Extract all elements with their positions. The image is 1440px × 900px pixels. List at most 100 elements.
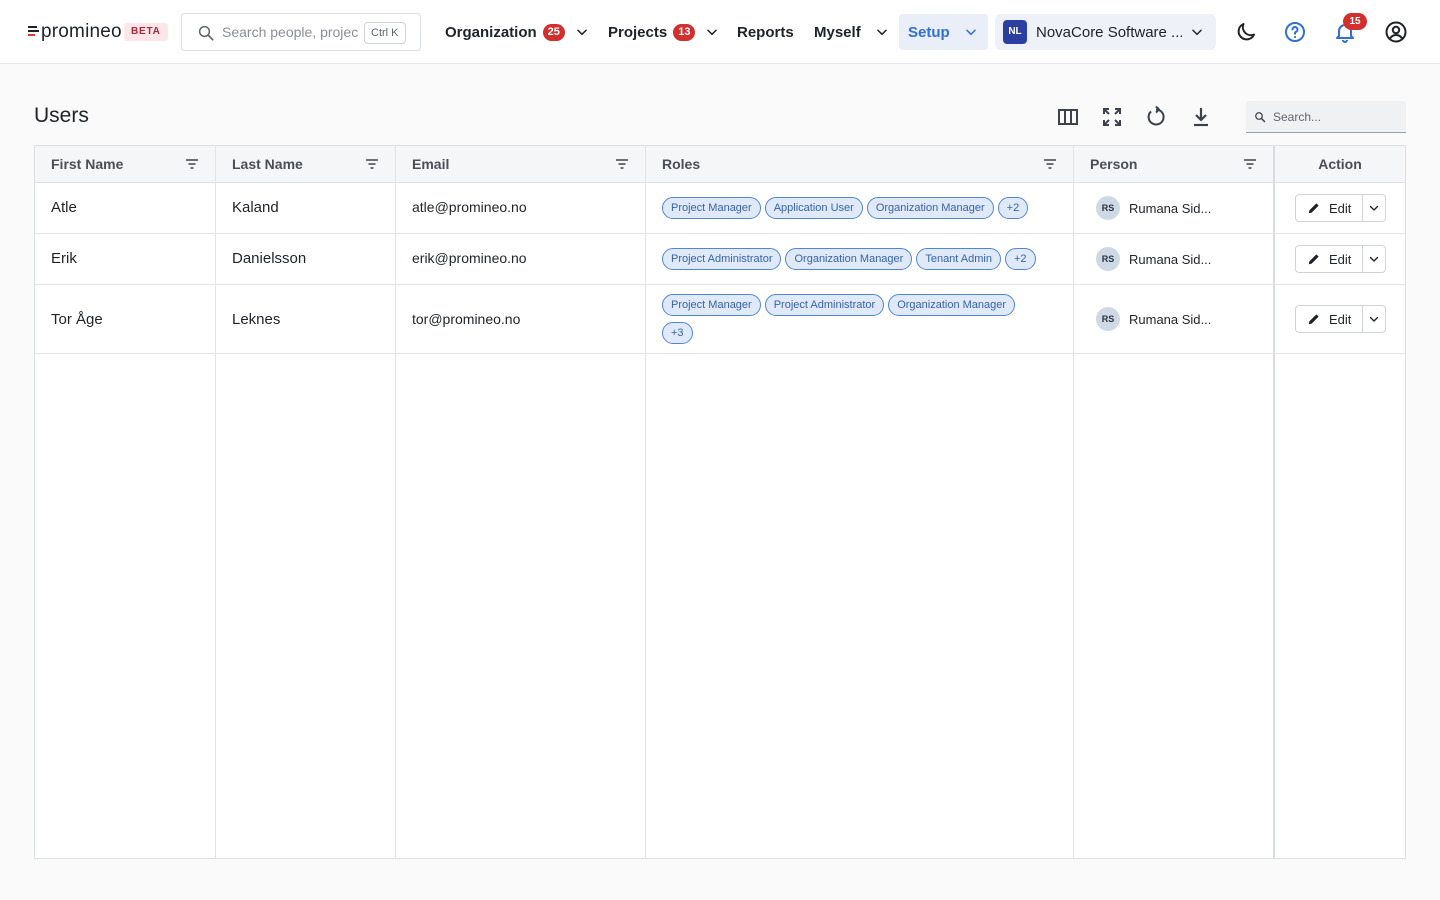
chevron-down-icon (707, 29, 718, 36)
email-cell: erik@promineo.no (412, 250, 527, 266)
edit-button-label: Edit (1329, 251, 1352, 267)
column-header-roles[interactable]: Roles (662, 146, 700, 182)
page-title: Users (34, 104, 89, 127)
person-name: Rumana Sid... (1129, 200, 1212, 216)
nav-setup-label: Setup (908, 23, 950, 41)
role-chip: Application User (764, 197, 863, 219)
person-avatar: RS (1096, 196, 1120, 220)
chevron-down-icon (1369, 316, 1379, 322)
organization-avatar: NL (1003, 20, 1027, 44)
filter-icon[interactable] (1243, 158, 1257, 170)
column-header-email[interactable]: Email (412, 146, 449, 182)
column-header-last-name[interactable]: Last Name (232, 146, 303, 182)
global-search[interactable]: Ctrl K (181, 13, 421, 51)
first-name-cell: Erik (51, 250, 77, 267)
promineo-logo[interactable]: promineo (28, 22, 122, 42)
person-name: Rumana Sid... (1129, 251, 1212, 267)
filter-icon[interactable] (185, 158, 199, 170)
table-header-row: First Name Last Name Email Roles Person … (35, 146, 1405, 183)
column-header-first-name[interactable]: First Name (51, 146, 123, 182)
person-name: Rumana Sid... (1129, 311, 1212, 327)
action-menu-toggle[interactable] (1363, 306, 1385, 332)
last-name-cell: Leknes (232, 311, 281, 328)
first-name-cell: Atle (51, 199, 77, 216)
edit-button[interactable]: Edit (1296, 306, 1363, 332)
logo-mark-icon (28, 24, 40, 40)
pencil-icon (1308, 203, 1319, 214)
filter-icon[interactable] (1043, 158, 1057, 170)
action-split-button: Edit (1295, 194, 1386, 222)
nav-setup[interactable]: Setup (899, 14, 988, 50)
organization-count-badge: 25 (542, 23, 565, 41)
chevron-down-icon (1369, 205, 1379, 211)
filter-icon[interactable] (615, 158, 629, 170)
roles-cell: Project Manager Application User Organiz… (662, 197, 1062, 219)
global-search-input[interactable] (222, 22, 358, 42)
more-roles-chip[interactable]: +2 (997, 197, 1029, 219)
role-chip: Organization Manager (866, 197, 994, 219)
role-chip: Project Manager (662, 197, 761, 219)
nav-organization[interactable]: Organization 25 (445, 13, 589, 51)
fullscreen-icon[interactable] (1100, 105, 1124, 129)
more-roles-chip[interactable]: +3 (662, 322, 693, 344)
notifications-count-badge: 15 (1343, 13, 1367, 30)
edit-button[interactable]: Edit (1296, 195, 1363, 221)
email-cell: atle@promineo.no (412, 199, 527, 215)
role-chip: Project Manager (662, 294, 761, 316)
refresh-icon[interactable] (1144, 105, 1168, 129)
first-name-cell: Tor Åge (51, 311, 103, 328)
table-row[interactable]: Erik Danielsson erik@promineo.no Project… (35, 234, 1405, 285)
chevron-down-icon (876, 29, 887, 36)
projects-count-badge: 13 (673, 23, 696, 41)
user-circle-icon[interactable] (1384, 20, 1408, 44)
search-shortcut-hint: Ctrl K (364, 22, 406, 44)
person-cell: RS Rumana Sid... (1096, 196, 1211, 220)
nav-organization-label: Organization (445, 23, 537, 41)
organization-selector[interactable]: NL NovaCore Software ... (995, 14, 1216, 50)
table-row[interactable]: Atle Kaland atle@promineo.no Project Man… (35, 183, 1405, 234)
moon-icon[interactable] (1234, 20, 1258, 44)
help-icon[interactable] (1283, 20, 1307, 44)
organization-name: NovaCore Software ... (1036, 23, 1182, 41)
last-name-cell: Danielsson (232, 250, 307, 267)
edit-button-label: Edit (1329, 311, 1352, 327)
users-table: First Name Last Name Email Roles Person … (34, 145, 1406, 859)
person-cell: RS Rumana Sid... (1096, 307, 1211, 331)
roles-cell: Project Administrator Organization Manag… (662, 248, 1082, 270)
action-split-button: Edit (1295, 245, 1386, 273)
person-cell: RS Rumana Sid... (1096, 247, 1211, 271)
more-roles-chip[interactable]: +2 (1004, 248, 1036, 270)
search-icon (1255, 112, 1266, 123)
beta-badge: BETA (124, 23, 168, 41)
role-chip: Organization Manager (785, 248, 913, 270)
edit-button[interactable]: Edit (1296, 246, 1363, 272)
action-menu-toggle[interactable] (1363, 246, 1385, 272)
nav-projects-label: Projects (608, 23, 668, 41)
column-header-person[interactable]: Person (1090, 146, 1137, 182)
columns-icon[interactable] (1056, 105, 1080, 129)
nav-myself-label: Myself (814, 23, 861, 41)
role-chip: Organization Manager (888, 294, 1016, 316)
search-icon (198, 25, 214, 41)
action-menu-toggle[interactable] (1363, 195, 1385, 221)
nav-reports[interactable]: Reports (737, 13, 794, 51)
filter-icon[interactable] (365, 158, 379, 170)
table-search[interactable] (1246, 101, 1406, 133)
chevron-down-icon (1369, 256, 1379, 262)
table-search-input[interactable] (1273, 108, 1401, 126)
table-row[interactable]: Tor Åge Leknes tor@promineo.no Project M… (35, 285, 1405, 354)
role-chip: Tenant Admin (916, 248, 1001, 270)
nav-reports-label: Reports (737, 23, 794, 41)
action-split-button: Edit (1295, 305, 1386, 333)
roles-cell: Project Manager Project Administrator Or… (662, 294, 1042, 344)
role-chip: Project Administrator (662, 248, 782, 270)
person-avatar: RS (1096, 307, 1120, 331)
download-icon[interactable] (1189, 105, 1213, 129)
chevron-down-icon (577, 29, 587, 36)
pencil-icon (1308, 314, 1319, 325)
nav-myself[interactable]: Myself (814, 13, 889, 51)
nav-projects[interactable]: Projects 13 (608, 13, 719, 51)
chevron-down-icon (965, 29, 976, 36)
top-navigation-bar: promineo BETA Ctrl K Organization 25 Pro… (0, 0, 1440, 64)
edit-button-label: Edit (1329, 200, 1352, 216)
